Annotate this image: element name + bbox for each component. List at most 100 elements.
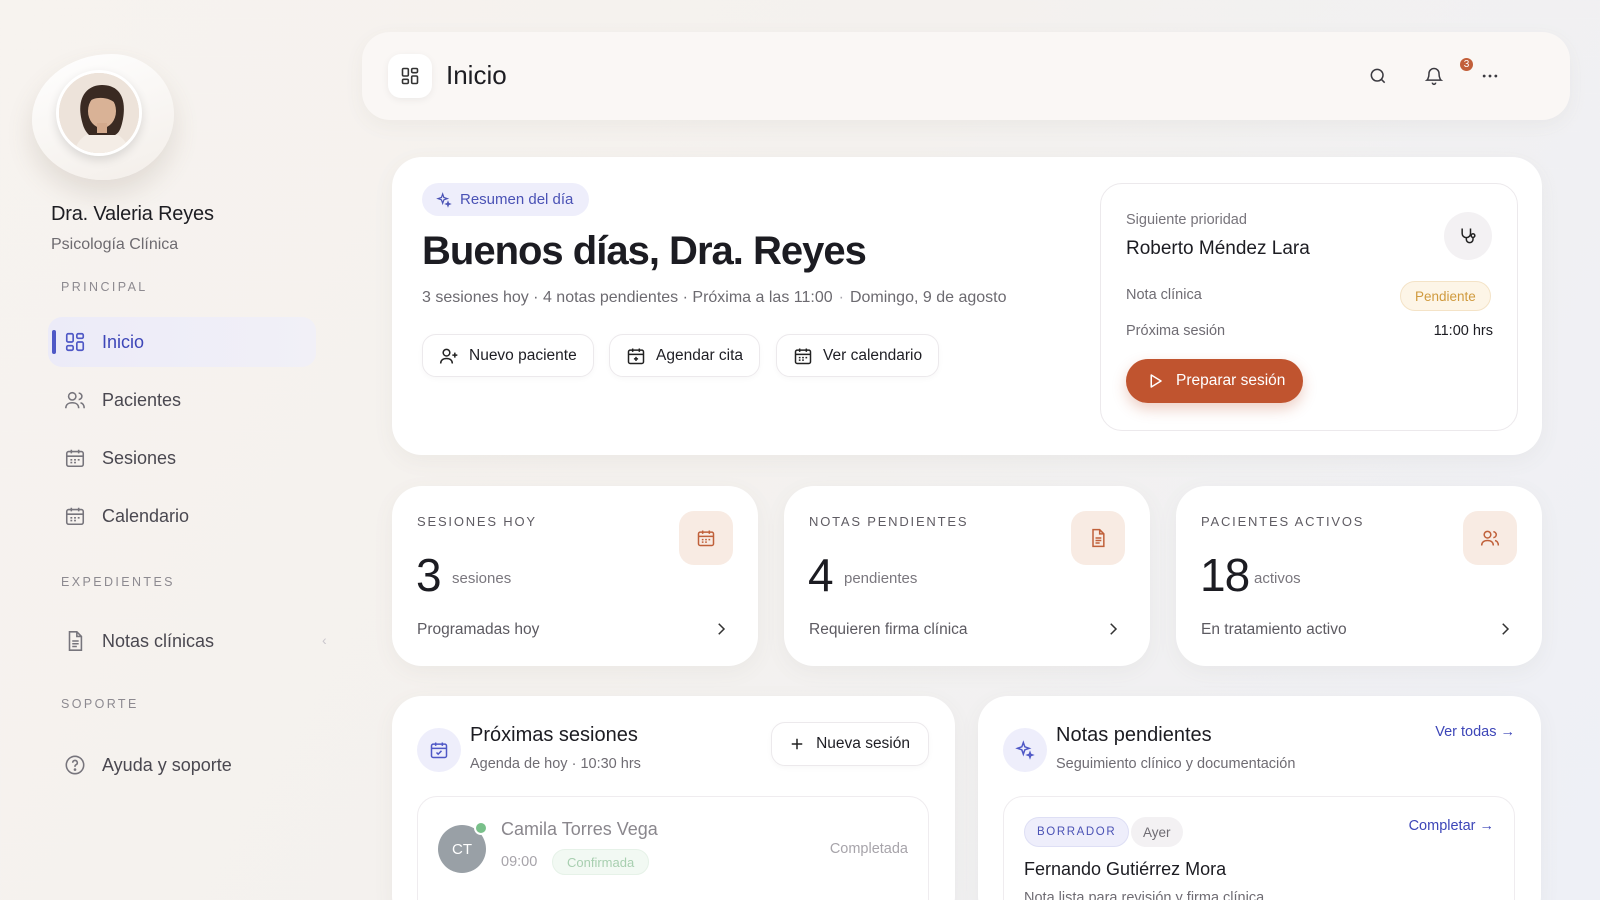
chevron-right-icon: [712, 620, 730, 638]
next-priority-card: Siguiente prioridad Roberto Méndez Lara …: [1100, 183, 1518, 431]
note-description: Nota lista para revisión y firma clínica: [1024, 890, 1265, 900]
stat-footer: Requieren firma clínica: [809, 621, 968, 638]
pending-notes-card: Notas pendientes Seguimiento clínico y d…: [978, 696, 1541, 900]
online-status-dot: [474, 821, 488, 835]
upcoming-sessions-card: Próximas sesiones Agenda de hoy · 10:30 …: [392, 696, 955, 900]
sidebar-item-sesiones[interactable]: Sesiones: [48, 433, 316, 483]
play-icon: [1146, 372, 1164, 390]
section-label-soporte: SOPORTE: [61, 697, 139, 711]
calendar-icon: [64, 447, 86, 469]
view-all-link[interactable]: Ver todas →: [1435, 724, 1515, 740]
calendar-plus-icon: [626, 346, 646, 366]
prepare-session-label: Preparar sesión: [1176, 372, 1286, 389]
section-label-expedientes: EXPEDIENTES: [61, 575, 175, 589]
new-session-label: Nueva sesión: [816, 735, 910, 752]
complete-note-link[interactable]: Completar →: [1409, 818, 1494, 834]
search-icon: [1368, 66, 1388, 86]
section-label-principal: PRINCIPAL: [61, 280, 148, 294]
sidebar: Dra. Valeria Reyes Psicología Clínica PR…: [0, 0, 340, 900]
draft-tag: BORRADOR: [1024, 817, 1130, 847]
sparkle-icon: [1003, 728, 1047, 772]
next-session-time: 11:00 hrs: [1433, 323, 1493, 339]
dashboard-icon: [64, 331, 86, 353]
sidebar-item-calendario[interactable]: Calendario: [48, 491, 316, 541]
document-icon: [1071, 511, 1125, 565]
help-icon: [64, 754, 86, 776]
users-icon: [1463, 511, 1517, 565]
new-patient-button[interactable]: Nuevo paciente: [422, 334, 594, 377]
document-icon: [64, 630, 86, 652]
new-session-button[interactable]: Nueva sesión: [771, 722, 929, 766]
sidebar-item-label: Sesiones: [102, 447, 177, 468]
view-calendar-button[interactable]: Ver calendario: [776, 334, 940, 377]
search-button[interactable]: [1362, 60, 1394, 92]
avatar[interactable]: [56, 70, 142, 156]
summary-text: 3 sesiones hoy · 4 notas pendientes · Pr…: [422, 289, 833, 306]
stat-label: SESIONES HOY: [417, 514, 537, 529]
upcoming-sessions-title: Próximas sesiones: [470, 724, 638, 746]
priority-label: Siguiente prioridad: [1126, 212, 1247, 228]
chevron-right-icon: [1104, 620, 1122, 638]
day-summary: 3 sesiones hoy · 4 notas pendientes · Pr…: [422, 289, 1007, 306]
sidebar-item-label: Ayuda y soporte: [102, 754, 232, 775]
date-tag: Ayer: [1131, 817, 1183, 847]
next-session-label: Próxima sesión: [1126, 323, 1226, 339]
clinical-note-label: Nota clínica: [1126, 287, 1202, 303]
stat-label: PACIENTES ACTIVOS: [1201, 514, 1365, 529]
sparkle-icon: [436, 191, 452, 208]
calendar-icon: [64, 505, 86, 527]
more-options-button[interactable]: [1474, 60, 1506, 92]
summary-pill-label: Resumen del día: [460, 191, 574, 208]
chevron-right-icon: [1496, 620, 1514, 638]
chevron-left-icon[interactable]: ‹: [322, 632, 327, 648]
stat-card-sessions[interactable]: SESIONES HOY 3 sesiones Programadas hoy: [392, 486, 758, 666]
session-time: 09:00: [501, 854, 538, 870]
stat-footer: Programadas hoy: [417, 621, 540, 638]
status-badge: Pendiente: [1400, 281, 1491, 311]
profile-avatar-frame: [32, 54, 174, 180]
pending-notes-title: Notas pendientes: [1056, 724, 1212, 746]
stat-footer: En tratamiento activo: [1201, 621, 1347, 638]
sidebar-item-label: Inicio: [102, 331, 145, 352]
stat-label: NOTAS PENDIENTES: [809, 514, 969, 529]
stat-unit: pendientes: [844, 570, 918, 587]
stethoscope-icon: [1444, 212, 1492, 260]
priority-patient-name[interactable]: Roberto Méndez Lara: [1126, 238, 1310, 260]
schedule-appointment-button[interactable]: Agendar cita: [609, 334, 761, 377]
daily-summary-card: Resumen del día Buenos días, Dra. Reyes …: [392, 157, 1542, 455]
stat-value: 3: [416, 549, 442, 601]
greeting-title: Buenos días, Dra. Reyes: [422, 229, 867, 273]
sidebar-item-notas-clinicas[interactable]: Notas clínicas: [48, 616, 316, 666]
list-item[interactable]: CT Camila Torres Vega 09:00 Confirmada C…: [417, 796, 929, 900]
summary-pill: Resumen del día: [422, 183, 590, 216]
notification-badge: 3: [1458, 56, 1475, 73]
calendar-icon: [793, 346, 813, 366]
pending-notes-subtitle: Seguimiento clínico y documentación: [1056, 756, 1296, 772]
stat-card-patients[interactable]: PACIENTES ACTIVOS 18 activos En tratamie…: [1176, 486, 1542, 666]
prepare-session-button[interactable]: Preparar sesión: [1126, 359, 1304, 403]
notifications-button[interactable]: [1418, 60, 1450, 92]
sidebar-item-label: Notas clínicas: [102, 630, 215, 651]
sidebar-item-ayuda[interactable]: Ayuda y soporte: [48, 740, 316, 790]
user-plus-icon: [439, 346, 459, 366]
schedule-label: Agendar cita: [656, 346, 744, 364]
stat-value: 18: [1200, 549, 1250, 601]
view-calendar-label: Ver calendario: [823, 346, 923, 364]
doctor-name: Dra. Valeria Reyes: [51, 203, 214, 225]
plus-icon: [788, 735, 806, 753]
sidebar-item-inicio[interactable]: Inicio: [48, 317, 316, 367]
upcoming-sessions-subtitle: Agenda de hoy · 10:30 hrs: [470, 756, 641, 772]
new-patient-label: Nuevo paciente: [469, 346, 577, 364]
sidebar-item-label: Pacientes: [102, 389, 182, 410]
stat-unit: activos: [1254, 570, 1301, 587]
sidebar-item-pacientes[interactable]: Pacientes: [48, 375, 316, 425]
stat-card-notes[interactable]: NOTAS PENDIENTES 4 pendientes Requieren …: [784, 486, 1150, 666]
stat-unit: sesiones: [452, 570, 512, 587]
stat-value: 4: [808, 549, 834, 601]
dashboard-icon: [388, 54, 432, 98]
doctor-specialty: Psicología Clínica: [51, 236, 179, 253]
current-date: Domingo, 9 de agosto: [849, 289, 1007, 306]
session-patient-name: Camila Torres Vega: [501, 819, 658, 839]
status-badge: Confirmada: [552, 849, 650, 875]
list-item[interactable]: BORRADOR Ayer Completar → Fernando Gutié…: [1003, 796, 1515, 900]
